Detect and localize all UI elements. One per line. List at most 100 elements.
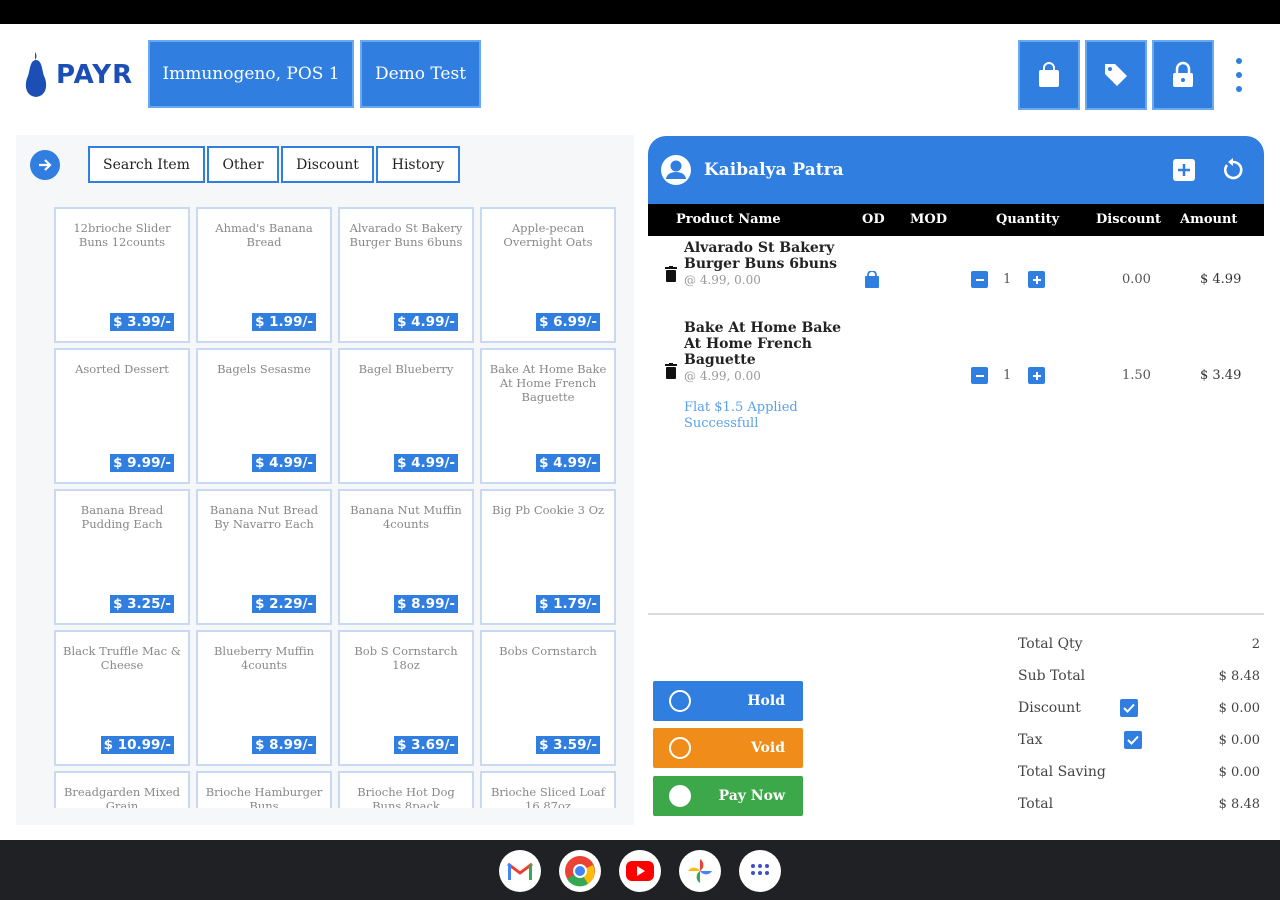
- divider: [648, 613, 1264, 615]
- refresh-icon[interactable]: [1220, 157, 1246, 183]
- product-price: $ 3.59/-: [536, 736, 600, 754]
- product-price: $ 3.69/-: [394, 736, 458, 754]
- demo-test-button[interactable]: Demo Test: [360, 40, 481, 108]
- product-name: Breadgarden Mixed Grain: [63, 785, 181, 808]
- total-saving-label: Total Saving: [1018, 764, 1106, 780]
- product-card[interactable]: Ahmad's Banana Bread $ 1.99/-: [196, 207, 332, 343]
- tab-search-item[interactable]: Search Item: [88, 146, 205, 183]
- pay-now-button[interactable]: Pay Now: [653, 776, 803, 816]
- product-card[interactable]: Banana Bread Pudding Each $ 3.25/-: [54, 489, 190, 625]
- pay-now-label: Pay Now: [718, 788, 785, 804]
- product-name: 12brioche Slider Buns 12counts: [73, 221, 171, 249]
- store-pos-button[interactable]: Immunogeno, POS 1: [148, 40, 354, 108]
- youtube-icon[interactable]: [619, 850, 661, 892]
- cancel-icon: [669, 737, 691, 759]
- product-name: Big Pb Cookie 3 Oz: [491, 503, 605, 517]
- col-quantity: Quantity: [996, 212, 1060, 227]
- product-name: Bake At Home Bake At Home French Baguett…: [489, 362, 607, 404]
- order-item-sub: @ 4.99, 0.00: [684, 369, 761, 383]
- product-card[interactable]: Brioche Hot Dog Buns 8pack: [338, 771, 474, 808]
- tax-checkbox[interactable]: [1124, 731, 1142, 749]
- qty-value: 1: [1003, 368, 1012, 383]
- discount-value: $ 0.00: [1218, 701, 1260, 716]
- add-box-icon[interactable]: [1172, 158, 1196, 182]
- hold-icon: [669, 690, 691, 712]
- product-name: Ahmad's Banana Bread: [215, 221, 313, 249]
- order-columns: Product Name OD MOD Quantity Discount Am…: [648, 204, 1264, 236]
- product-card[interactable]: 12brioche Slider Buns 12counts $ 3.99/-: [54, 207, 190, 343]
- more-vert-icon[interactable]: [1230, 58, 1248, 92]
- product-card[interactable]: Breadgarden Mixed Grain: [54, 771, 190, 808]
- order-item-name: Alvarado St Bakery Burger Buns 6buns: [684, 240, 838, 272]
- product-card[interactable]: Bobs Cornstarch $ 3.59/-: [480, 630, 616, 766]
- product-card[interactable]: Bake At Home Bake At Home French Baguett…: [480, 348, 616, 484]
- product-name: Apple-pecan Overnight Oats: [503, 221, 593, 249]
- product-price: $ 6.99/-: [536, 313, 600, 331]
- product-card[interactable]: Bagels Sesasme $ 4.99/-: [196, 348, 332, 484]
- product-card[interactable]: Bagel Blueberry $ 4.99/-: [338, 348, 474, 484]
- product-card[interactable]: Brioche Sliced Loaf 16.87oz: [480, 771, 616, 808]
- col-discount: Discount: [1096, 212, 1162, 227]
- lock-button[interactable]: [1152, 40, 1214, 110]
- product-price: $ 10.99/-: [100, 736, 174, 754]
- qty-increment-button[interactable]: [1028, 367, 1045, 384]
- product-card[interactable]: Bob S Cornstarch 18oz $ 3.69/-: [338, 630, 474, 766]
- launcher-icon[interactable]: [739, 850, 781, 892]
- product-card[interactable]: Brioche Hamburger Buns: [196, 771, 332, 808]
- hold-button[interactable]: Hold: [653, 681, 803, 721]
- shopping-bag-button[interactable]: [1018, 40, 1080, 110]
- item-discount: 0.00: [1122, 272, 1151, 287]
- product-name: Bobs Cornstarch: [499, 644, 597, 658]
- product-price: $ 4.99/-: [394, 454, 458, 472]
- order-item-name: Bake At Home Bake At Home French Baguett…: [684, 320, 842, 368]
- product-card[interactable]: Big Pb Cookie 3 Oz $ 1.79/-: [480, 489, 616, 625]
- tab-other[interactable]: Other: [207, 146, 279, 183]
- void-button[interactable]: Void: [653, 728, 803, 768]
- tag-button[interactable]: [1085, 40, 1147, 110]
- product-name: Black Truffle Mac & Cheese: [63, 644, 181, 672]
- product-price: $ 2.29/-: [252, 595, 316, 613]
- arrow-right-icon[interactable]: [30, 150, 60, 180]
- lock-icon: [1173, 61, 1193, 87]
- shopping-bag-icon[interactable]: [864, 271, 880, 289]
- qty-decrement-button[interactable]: [971, 367, 988, 384]
- total-qty-label: Total Qty: [1018, 636, 1083, 652]
- product-card[interactable]: Banana Nut Bread By Navarro Each $ 2.29/-: [196, 489, 332, 625]
- qty-increment-button[interactable]: [1028, 271, 1045, 288]
- product-card[interactable]: Alvarado St Bakery Burger Buns 6buns $ 4.…: [338, 207, 474, 343]
- chrome-icon[interactable]: [559, 850, 601, 892]
- product-price: $ 1.79/-: [536, 595, 600, 613]
- product-name: Banana Bread Pudding Each: [80, 503, 164, 531]
- qty-decrement-button[interactable]: [971, 271, 988, 288]
- product-name: Bob S Cornstarch 18oz: [354, 644, 458, 672]
- product-card[interactable]: Black Truffle Mac & Cheese $ 10.99/-: [54, 630, 190, 766]
- customer-name: Kaibalya Patra: [704, 160, 844, 180]
- check-circle-icon: [669, 785, 691, 807]
- item-tabs: Search Item Other Discount History: [88, 146, 462, 183]
- trash-icon[interactable]: [665, 266, 677, 282]
- tab-discount[interactable]: Discount: [281, 146, 374, 183]
- product-card[interactable]: Banana Nut Muffin 4counts $ 8.99/-: [338, 489, 474, 625]
- discount-checkbox[interactable]: [1120, 699, 1138, 717]
- tab-history[interactable]: History: [376, 146, 460, 183]
- product-name: Banana Nut Muffin 4counts: [350, 503, 462, 531]
- tag-icon: [1105, 64, 1127, 86]
- product-price: $ 8.99/-: [394, 595, 458, 613]
- product-card[interactable]: Asorted Dessert $ 9.99/-: [54, 348, 190, 484]
- item-amount: $ 4.99: [1200, 272, 1242, 287]
- tax-label: Tax: [1018, 732, 1043, 748]
- product-card[interactable]: Apple-pecan Overnight Oats $ 6.99/-: [480, 207, 616, 343]
- col-amount: Amount: [1180, 212, 1238, 227]
- product-name: Bagels Sesasme: [217, 362, 311, 376]
- discount-label: Discount: [1018, 700, 1081, 716]
- trash-icon[interactable]: [665, 363, 677, 379]
- void-label: Void: [750, 740, 785, 756]
- product-price: $ 4.99/-: [394, 313, 458, 331]
- photos-icon[interactable]: [679, 850, 721, 892]
- gmail-icon[interactable]: [499, 850, 541, 892]
- col-od: OD: [862, 212, 885, 227]
- product-card[interactable]: Blueberry Muffin 4counts $ 8.99/-: [196, 630, 332, 766]
- product-name: Bagel Blueberry: [358, 362, 454, 376]
- product-name: Blueberry Muffin 4counts: [213, 644, 315, 672]
- item-discount: 1.50: [1122, 368, 1151, 383]
